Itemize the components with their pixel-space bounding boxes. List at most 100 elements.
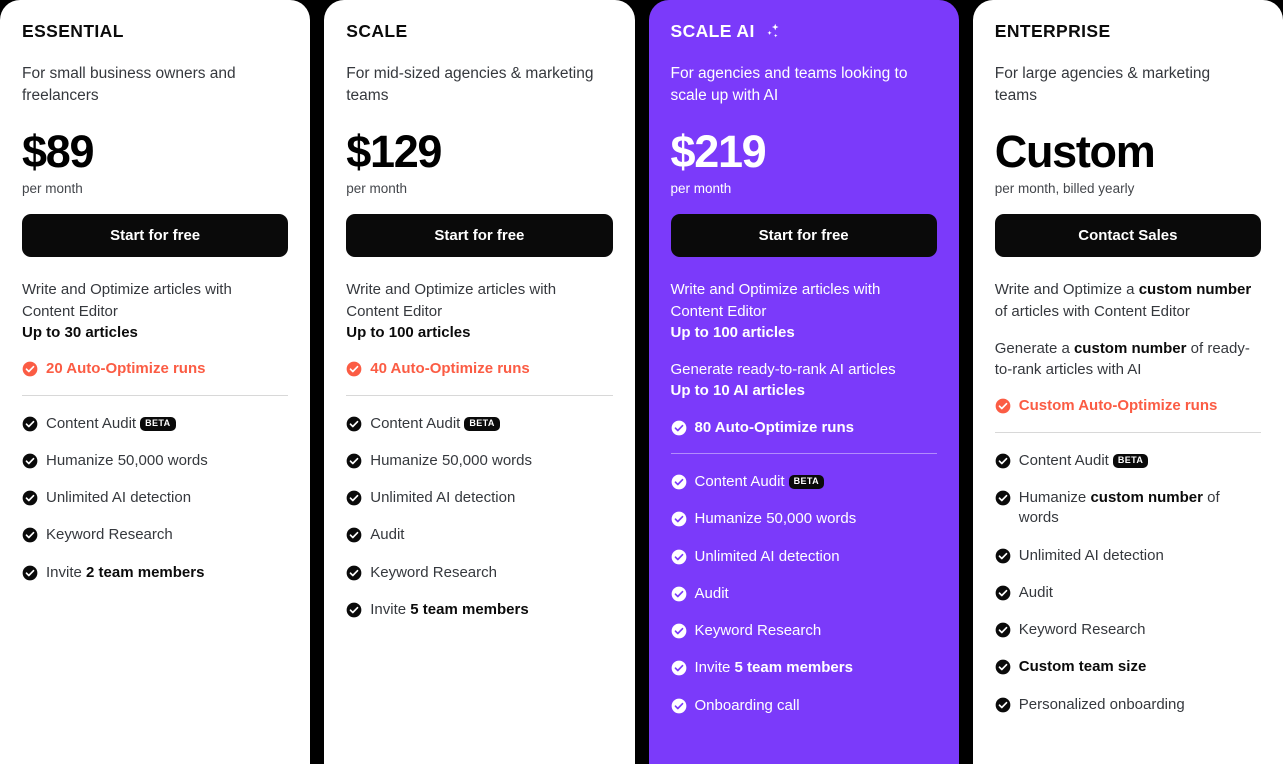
- check-circle-icon: [22, 361, 38, 377]
- sparkle-icon: [767, 23, 779, 38]
- plan-feature-item: Invite 5 team members: [671, 658, 937, 678]
- plan-highlight-text: Generate a custom number of ready-to-ran…: [994, 339, 1250, 379]
- plan-feature-item: Humanize custom number of words: [995, 488, 1261, 529]
- plan-name: SCALE AI: [671, 21, 937, 41]
- plan-feature-text: Content Audit BETA: [1019, 451, 1149, 471]
- auto-optimize-runs-row: Custom Auto-Optimize runs: [995, 396, 1261, 416]
- plan-feature-item: Personalized onboarding: [995, 695, 1261, 715]
- plan-feature-text: Custom team size: [1018, 658, 1147, 676]
- check-circle-icon: [346, 528, 362, 543]
- plan-highlight-block: Write and Optimize a custom number of ar…: [995, 279, 1261, 322]
- plan-feature-item: Keyword Research: [346, 563, 612, 583]
- plan-feature-text: Humanize 50,000 words: [694, 510, 857, 528]
- plan-cta-button[interactable]: Start for free: [670, 214, 937, 258]
- check-circle-icon: [671, 586, 686, 602]
- plan-description: For mid-sized agencies & marketing teams: [346, 65, 594, 105]
- plan-highlight-text: Write and Optimize articles with Content…: [670, 281, 881, 320]
- check-circle-icon: [995, 399, 1011, 414]
- plan-feature-text: Invite 2 team members: [46, 563, 205, 581]
- check-circle-icon: [346, 565, 362, 581]
- plan-feature-text: Unlimited AI detection: [694, 547, 840, 565]
- plan-price: $129: [346, 126, 442, 178]
- plan-feature-text: Unlimited AI detection: [46, 489, 192, 507]
- plan-price: Custom: [994, 126, 1156, 178]
- check-circle-icon: [22, 453, 38, 469]
- plan-feature-item: Keyword Research: [995, 620, 1261, 640]
- plan-name: SCALE: [346, 21, 612, 41]
- plan-feature-text: Unlimited AI detection: [1018, 546, 1164, 564]
- plan-feature-text: Audit: [694, 584, 729, 602]
- plan-feature-text: Content Audit BETA: [695, 472, 825, 492]
- check-circle-icon: [995, 453, 1011, 469]
- plan-feature-text: Audit: [370, 526, 405, 544]
- auto-optimize-runs-label: 20 Auto-Optimize runs: [46, 360, 206, 378]
- plan-highlight-block: Generate ready-to-rank AI articles Up to …: [671, 359, 937, 402]
- plan-description: For large agencies & marketing teams: [994, 65, 1211, 105]
- plan-feature-item: Unlimited AI detection: [346, 488, 612, 508]
- check-circle-icon: [995, 622, 1011, 638]
- section-divider: [670, 453, 937, 455]
- plan-feature-text: Content Audit BETA: [370, 414, 500, 434]
- check-circle-icon: [671, 661, 686, 676]
- plan-highlight-block: Write and Optimize articles with Content…: [671, 279, 937, 343]
- plan-feature-item: Audit: [995, 583, 1261, 603]
- auto-optimize-runs-row: 20 Auto-Optimize runs: [22, 359, 288, 379]
- check-circle-icon: [346, 602, 362, 618]
- plan-feature-text: Invite 5 team members: [370, 600, 529, 618]
- plan-feature-list: Content Audit BETA Humanize 50,000 words Un…: [671, 472, 937, 716]
- check-circle-icon: [671, 549, 686, 565]
- plan-feature-item: Content Audit BETA: [346, 414, 612, 434]
- plan-feature-text: Unlimited AI detection: [370, 489, 516, 507]
- plan-feature-list: Content Audit BETA Humanize custom number …: [995, 451, 1261, 715]
- plan-feature-text: Keyword Research: [46, 526, 173, 544]
- plan-feature-item: Content Audit BETA: [995, 451, 1261, 471]
- check-circle-icon: [22, 416, 38, 432]
- beta-badge: BETA: [788, 475, 825, 490]
- plan-name: ESSENTIAL: [22, 21, 288, 41]
- plan-feature-text: Humanize 50,000 words: [46, 451, 208, 469]
- auto-optimize-runs-label: Custom Auto-Optimize runs: [1018, 397, 1218, 415]
- check-circle-icon: [671, 698, 686, 714]
- plan-price: $89: [22, 126, 94, 178]
- plan-feature-text: Keyword Research: [1018, 621, 1146, 639]
- plan-feature-item: Humanize 50,000 words: [671, 509, 937, 529]
- plan-feature-item: Audit: [346, 525, 612, 545]
- plan-feature-text: Keyword Research: [694, 622, 822, 640]
- plan-feature-item: Humanize 50,000 words: [22, 451, 288, 471]
- plan-cta-button[interactable]: Start for free: [346, 214, 613, 258]
- plan-price-period: per month: [346, 181, 408, 197]
- auto-optimize-runs-label: 40 Auto-Optimize runs: [370, 360, 530, 378]
- plan-name-text: SCALE: [346, 21, 408, 41]
- plan-cta-button[interactable]: Contact Sales: [994, 214, 1261, 258]
- plan-price: $219: [670, 126, 767, 178]
- section-divider: [22, 394, 289, 396]
- plan-price-period: per month: [670, 181, 732, 197]
- plan-name-text: ESSENTIAL: [22, 21, 124, 41]
- check-circle-icon: [671, 420, 686, 436]
- plan-feature-list: Content Audit BETA Humanize 50,000 words Un…: [22, 414, 288, 583]
- plan-feature-text: Humanize 50,000 words: [370, 451, 533, 469]
- beta-badge: BETA: [1112, 453, 1149, 468]
- plan-card-scale-ai: SCALE AI For agencies and teams looking t…: [648, 0, 959, 764]
- plan-highlight-text: Write and Optimize articles with Content…: [346, 281, 557, 320]
- plan-name-text: ENTERPRISE: [994, 21, 1111, 41]
- auto-optimize-runs-label: 80 Auto-Optimize runs: [694, 418, 854, 436]
- plan-highlight-bold: Up to 10 AI articles: [670, 382, 806, 400]
- plan-feature-text: Content Audit BETA: [46, 414, 176, 434]
- check-circle-icon: [346, 416, 362, 432]
- plan-feature-list: Content Audit BETA Humanize 50,000 words Un…: [346, 414, 612, 621]
- plan-highlight-block: Generate a custom number of ready-to-ran…: [995, 338, 1261, 381]
- plan-highlight-text: Write and Optimize articles with Content…: [22, 281, 232, 320]
- plan-feature-item: Audit: [671, 584, 937, 604]
- check-circle-icon: [346, 453, 362, 469]
- check-circle-icon: [995, 585, 1011, 601]
- check-circle-icon: [995, 548, 1011, 564]
- plan-feature-item: Keyword Research: [671, 621, 937, 641]
- plan-cta-button[interactable]: Start for free: [22, 214, 289, 258]
- plan-name: ENTERPRISE: [994, 21, 1261, 41]
- plan-feature-item: Humanize 50,000 words: [346, 451, 612, 471]
- check-circle-icon: [671, 623, 686, 639]
- section-divider: [994, 431, 1261, 433]
- plan-highlight-bold: Up to 100 articles: [346, 323, 471, 341]
- plan-card-essential: ESSENTIAL For small business owners and f…: [0, 0, 311, 764]
